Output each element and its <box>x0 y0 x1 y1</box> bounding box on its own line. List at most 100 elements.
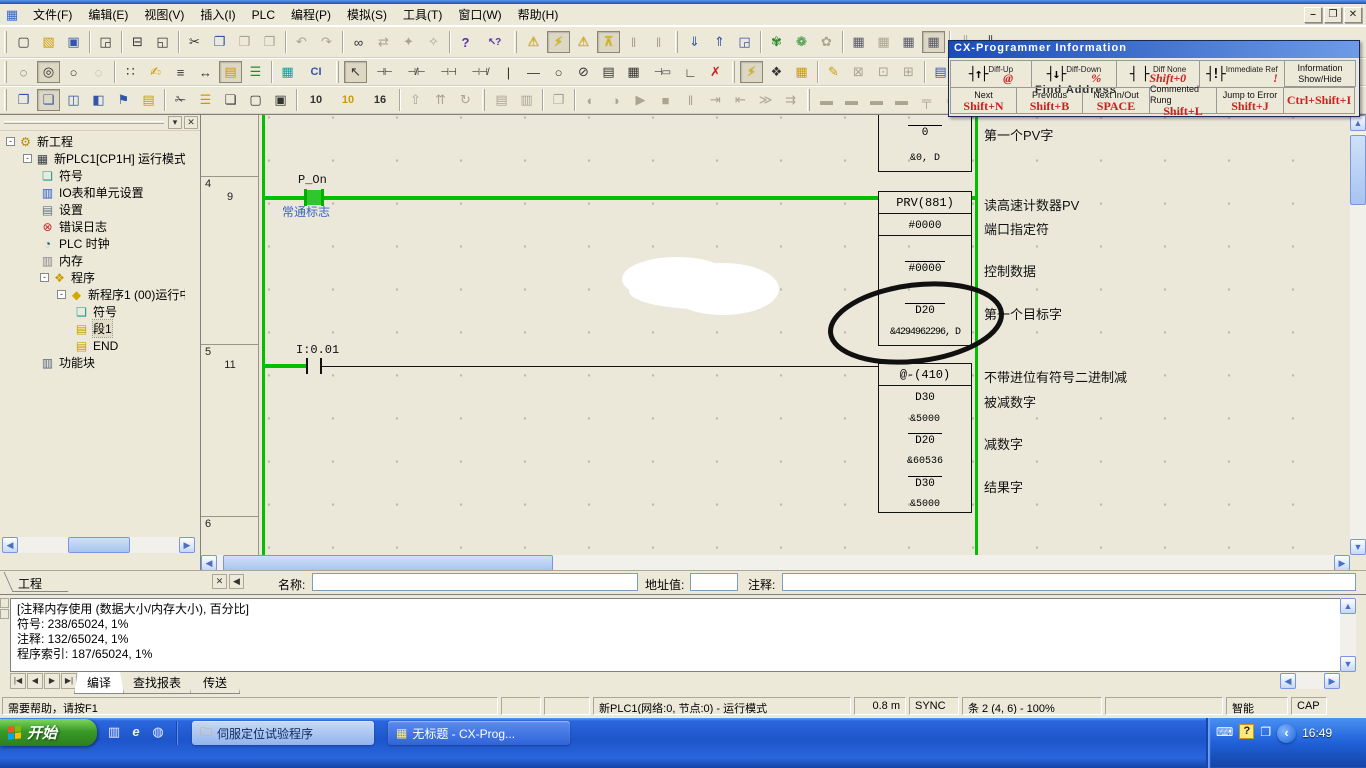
output-hscroll-track[interactable] <box>1296 673 1324 689</box>
upload-from-plc-button[interactable]: ⇑ <box>708 31 731 53</box>
find-bit-address-button[interactable]: ✦ <box>397 31 420 53</box>
tree-item[interactable]: -◆新程序1 (00)运行中 <box>0 286 185 303</box>
plc-settings-button[interactable]: ▦ <box>897 31 920 53</box>
edit-comment-button[interactable]: ✎ <box>822 61 845 83</box>
sim-pause-button[interactable]: ‖ <box>679 89 702 111</box>
operand-prev-button[interactable]: ◀ <box>229 574 244 589</box>
memory-view-2-button[interactable]: ▬ <box>840 89 863 111</box>
tree-item[interactable]: -⚙新工程 <box>0 133 185 150</box>
address-input[interactable] <box>690 573 738 591</box>
menu-item-9[interactable]: 窗口(W) <box>450 6 509 24</box>
help-tray-icon[interactable]: ? <box>1239 724 1254 739</box>
differential-monitor-button[interactable]: ⚡ <box>740 61 763 83</box>
tab-compile[interactable]: 编译 <box>74 672 124 694</box>
scroll-left-icon[interactable]: ◀ <box>2 537 18 553</box>
window-new-button[interactable]: ❐ <box>12 89 35 111</box>
menu-item-2[interactable]: 编辑(E) <box>80 6 136 24</box>
diff-up-cell[interactable]: ┤↑├ Diff-Up@ <box>950 60 1032 88</box>
send-changes-button[interactable]: ❁ <box>790 31 813 53</box>
ime-language-icon[interactable]: ‹ <box>1277 724 1296 743</box>
edit-tool-4-button[interactable]: ⊞ <box>897 61 920 83</box>
task-folder-window[interactable]: 🗀 伺服定位试验程序 <box>192 721 374 745</box>
monitor-signed-decimal-button[interactable]: 10 <box>333 89 363 111</box>
delete-line-button[interactable]: ✗ <box>704 61 727 83</box>
tree-item[interactable]: ▥内存 <box>0 252 185 269</box>
window-tray-icon[interactable]: ❐ <box>1260 724 1271 740</box>
tree-item[interactable]: ❏符号 <box>0 303 185 320</box>
minimize-button[interactable]: – <box>1304 7 1322 23</box>
plc-memory-button[interactable]: ▦ <box>872 31 895 53</box>
tree-panel-grip[interactable] <box>4 121 164 124</box>
tree-expand-icon[interactable]: - <box>6 137 15 146</box>
sim-save-as-button[interactable]: ▥ <box>515 89 538 111</box>
tree-item[interactable]: ▥功能块 <box>0 354 185 371</box>
new-contact-button[interactable]: ⊣⊢ <box>369 61 399 83</box>
menu-item-1[interactable]: 文件(F) <box>25 6 80 24</box>
output-splitter-down-button[interactable] <box>0 609 9 619</box>
sim-stop-button[interactable]: ■ <box>654 89 677 111</box>
save-project-button[interactable]: ▣ <box>62 31 85 53</box>
scroll-down-icon[interactable]: ▼ <box>1340 656 1356 672</box>
ladder-hscroll-thumb[interactable] <box>223 555 553 571</box>
rung-comment-button[interactable]: ✍ <box>144 61 167 83</box>
menu-item-6[interactable]: 编程(P) <box>283 6 339 24</box>
sim-step-button[interactable]: ⇥ <box>704 89 727 111</box>
info-window-title[interactable]: CX-Programmer Information <box>949 41 1359 58</box>
tree-item[interactable]: ❏符号 <box>0 167 185 184</box>
operand-close-button[interactable]: ✕ <box>212 574 227 589</box>
tree-item[interactable]: ⊗错误日志 <box>0 218 185 235</box>
compile-output[interactable]: [注释内存使用 (数据大小/内存大小), 百分比] 符号: 238/65024,… <box>10 598 1340 672</box>
tree-item[interactable]: ▤段1 <box>0 320 185 337</box>
zoom-out-button[interactable]: ◌ <box>87 61 110 83</box>
monitor-hex-button[interactable]: 16 <box>365 89 395 111</box>
line-connect-button[interactable]: ∟ <box>679 61 702 83</box>
ci-view-button[interactable]: CI <box>301 61 331 83</box>
tree-item[interactable]: ◔PLC 时钟 <box>0 235 185 252</box>
new-closed-contact-button[interactable]: ⊣/⊢ <box>401 61 431 83</box>
data-trace-button[interactable]: ▦ <box>922 31 945 53</box>
select-mode-button[interactable]: ↖ <box>344 61 367 83</box>
tree-scroll-thumb[interactable] <box>68 537 130 553</box>
output-vscroll-track[interactable] <box>1340 614 1356 656</box>
mnemonics-table-button[interactable]: ▦ <box>276 61 299 83</box>
new-instruction-button[interactable]: ▤ <box>597 61 620 83</box>
memory-dialog-button[interactable]: ▣ <box>269 89 292 111</box>
ladder-editor[interactable]: 4 9 5 11 6 0 &0, D 第一个PV字 P_On 常通标志 PRV(… <box>201 115 1350 555</box>
menu-item-7[interactable]: 模拟(S) <box>339 6 395 24</box>
output-tab-scrollbar[interactable]: ◀ ▶ <box>1280 673 1340 689</box>
find-string-button[interactable]: ✧ <box>422 31 445 53</box>
transfer-monitor-button[interactable]: ⊼ <box>597 31 620 53</box>
paste-button[interactable]: ❒ <box>233 31 256 53</box>
time-chart-1-button[interactable]: ╤ <box>915 89 938 111</box>
scroll-up-icon[interactable]: ▲ <box>1350 115 1366 131</box>
ladder-vertical-scrollbar[interactable]: ▲ ▼ <box>1350 115 1366 555</box>
next-inout-cell[interactable]: Next In/Out SPACE <box>1082 87 1150 114</box>
scroll-left-icon[interactable]: ◀ <box>1280 673 1296 689</box>
scroll-down-icon[interactable]: ▼ <box>1350 539 1366 555</box>
sim-mode-1-button[interactable]: ◐ <box>579 89 602 111</box>
copy-button[interactable]: ❐ <box>208 31 231 53</box>
output-splitter-up-button[interactable] <box>0 598 9 608</box>
ladder-style-button[interactable]: ▤ <box>219 61 242 83</box>
redo-button[interactable]: ↷ <box>315 31 338 53</box>
new-project-button[interactable]: ▢ <box>12 31 35 53</box>
edit-tool-3-button[interactable]: ⊡ <box>872 61 895 83</box>
memory-view-1-button[interactable]: ▬ <box>815 89 838 111</box>
compare-with-plc-button[interactable]: ◲ <box>733 31 756 53</box>
information-showhide-key-cell[interactable]: Ctrl+Shift+I <box>1283 87 1355 114</box>
window-watch-button[interactable]: ◫ <box>62 89 85 111</box>
quicklaunch-device-icon[interactable]: ▥ <box>104 722 124 742</box>
window-monitor-button[interactable]: ❏ <box>37 89 60 111</box>
new-coil-button[interactable]: ○ <box>547 61 570 83</box>
pause-monitoring-button[interactable]: ‖ <box>622 31 645 53</box>
tree-scroll-track[interactable] <box>18 537 179 553</box>
tree-item[interactable]: ▤设置 <box>0 201 185 218</box>
tree-panel-close-button[interactable]: ✕ <box>184 116 198 129</box>
io-dialog-button[interactable]: ▢ <box>244 89 267 111</box>
calendar-settings-button[interactable]: ▦ <box>790 61 813 83</box>
context-help-button[interactable]: ↖? <box>479 31 509 53</box>
data-stack-button[interactable]: ❖ <box>765 61 788 83</box>
tree-item[interactable]: ▤END <box>0 337 185 354</box>
tab-first-icon[interactable]: |◀ <box>10 673 26 689</box>
tab-find-report[interactable]: 查找报表 <box>120 672 194 694</box>
